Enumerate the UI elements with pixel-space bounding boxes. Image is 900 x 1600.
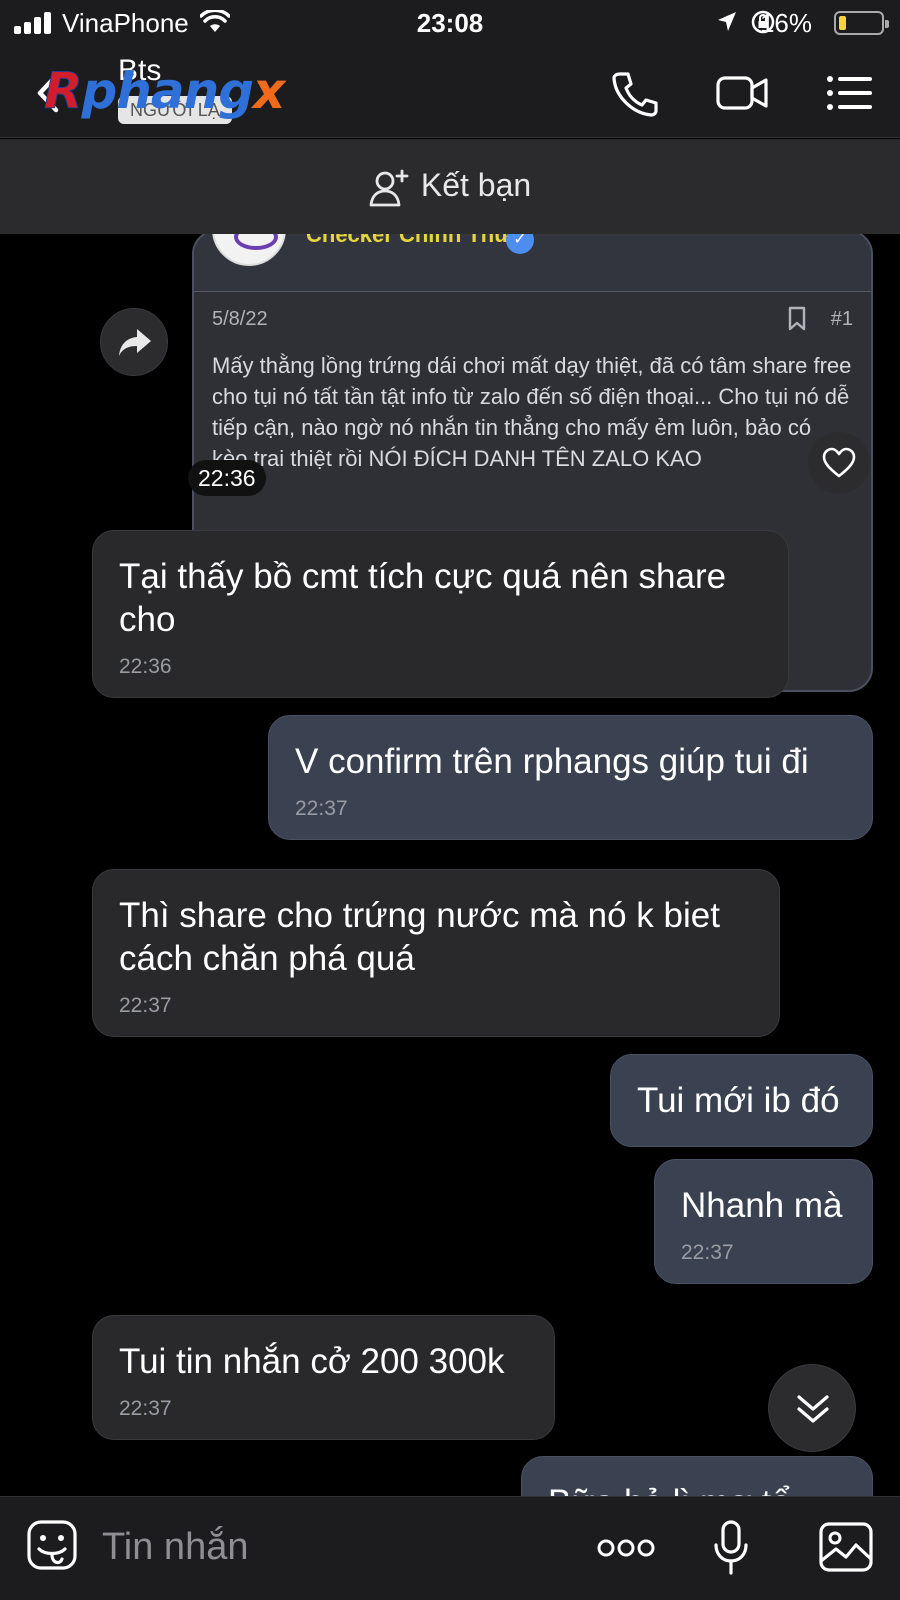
verified-icon: ✓ xyxy=(506,234,534,254)
card-date: 5/8/22 xyxy=(212,308,268,330)
message-text: Nhanh mà xyxy=(681,1186,843,1225)
location-arrow-icon xyxy=(718,12,736,31)
message-list[interactable]: Checker Chính Thức ✓ 5/8/22 #1 Mấy thằng… xyxy=(0,234,900,1496)
message-text: Thì share cho trứng nước mà nó k biet cá… xyxy=(119,896,730,978)
chat-header: Bts NGƯỜI LẠ Rphangx xyxy=(0,46,900,138)
message-bubble-incoming[interactable]: Tui tin nhắn cở 200 300k 22:37 xyxy=(92,1315,555,1440)
bookmark-icon[interactable] xyxy=(787,306,807,332)
card-avatar xyxy=(212,234,286,266)
message-text: Tui mới ib đó xyxy=(637,1081,840,1120)
message-bubble-outgoing[interactable]: Bữa hả lì mơ tể xyxy=(521,1456,873,1496)
react-heart-button[interactable] xyxy=(808,432,870,494)
heart-icon xyxy=(822,447,856,478)
add-friend-icon xyxy=(369,169,409,206)
message-time: 22:36 xyxy=(188,460,266,496)
video-call-icon[interactable] xyxy=(714,68,770,118)
message-input[interactable] xyxy=(102,1521,542,1573)
back-icon[interactable] xyxy=(30,68,70,118)
stranger-badge: NGƯỜI LẠ xyxy=(118,96,232,124)
message-text: Bữa hả lì mơ tể xyxy=(548,1481,846,1496)
message-bubble-outgoing[interactable]: Tui mới ib đó xyxy=(610,1054,873,1147)
add-friend-bar[interactable]: Kết bạn xyxy=(0,139,900,234)
message-text: V confirm trên rphangs giúp tui đi xyxy=(295,742,809,781)
composer-bar xyxy=(0,1496,900,1600)
message-text: Tui tin nhắn cở 200 300k xyxy=(119,1342,505,1381)
phone-call-icon[interactable] xyxy=(606,68,662,118)
card-text: Mấy thằng lồng trứng dái chơi mất dạy th… xyxy=(212,353,852,471)
menu-icon[interactable] xyxy=(822,68,878,118)
card-post-number: #1 xyxy=(830,308,853,330)
more-options-icon[interactable] xyxy=(596,1537,656,1559)
message-bubble-outgoing[interactable]: Nhanh mà 22:37 xyxy=(654,1159,873,1284)
contact-name[interactable]: Bts xyxy=(118,54,161,88)
message-time: 22:37 xyxy=(295,797,348,820)
message-bubble-incoming[interactable]: Tại thấy bồ cmt tích cực quá nên share c… xyxy=(92,530,789,698)
battery-percent: 16% xyxy=(759,8,812,38)
microphone-icon[interactable] xyxy=(712,1519,750,1577)
image-gallery-icon[interactable] xyxy=(818,1521,874,1573)
scroll-to-bottom-button[interactable] xyxy=(768,1364,856,1452)
forward-icon xyxy=(119,329,151,356)
battery-icon xyxy=(834,11,889,35)
status-bar: VinaPhone 23:08 16% xyxy=(0,0,900,46)
message-text: Tại thấy bồ cmt tích cực quá nên share c… xyxy=(119,557,736,639)
card-title: Checker Chính Thức xyxy=(306,234,523,247)
message-bubble-incoming[interactable]: Thì share cho trứng nước mà nó k biet cá… xyxy=(92,869,780,1037)
double-chevron-down-icon xyxy=(797,1395,829,1423)
card-header: Checker Chính Thức ✓ xyxy=(194,234,871,292)
sticker-icon[interactable] xyxy=(26,1519,78,1575)
forward-button[interactable] xyxy=(100,308,168,376)
message-time: 22:37 xyxy=(119,994,172,1017)
message-time: 22:36 xyxy=(119,655,172,678)
message-time: 22:37 xyxy=(119,1397,172,1420)
message-bubble-outgoing[interactable]: V confirm trên rphangs giúp tui đi 22:37 xyxy=(268,715,873,840)
message-time: 22:37 xyxy=(681,1241,734,1264)
add-friend-label: Kết bạn xyxy=(420,167,532,203)
